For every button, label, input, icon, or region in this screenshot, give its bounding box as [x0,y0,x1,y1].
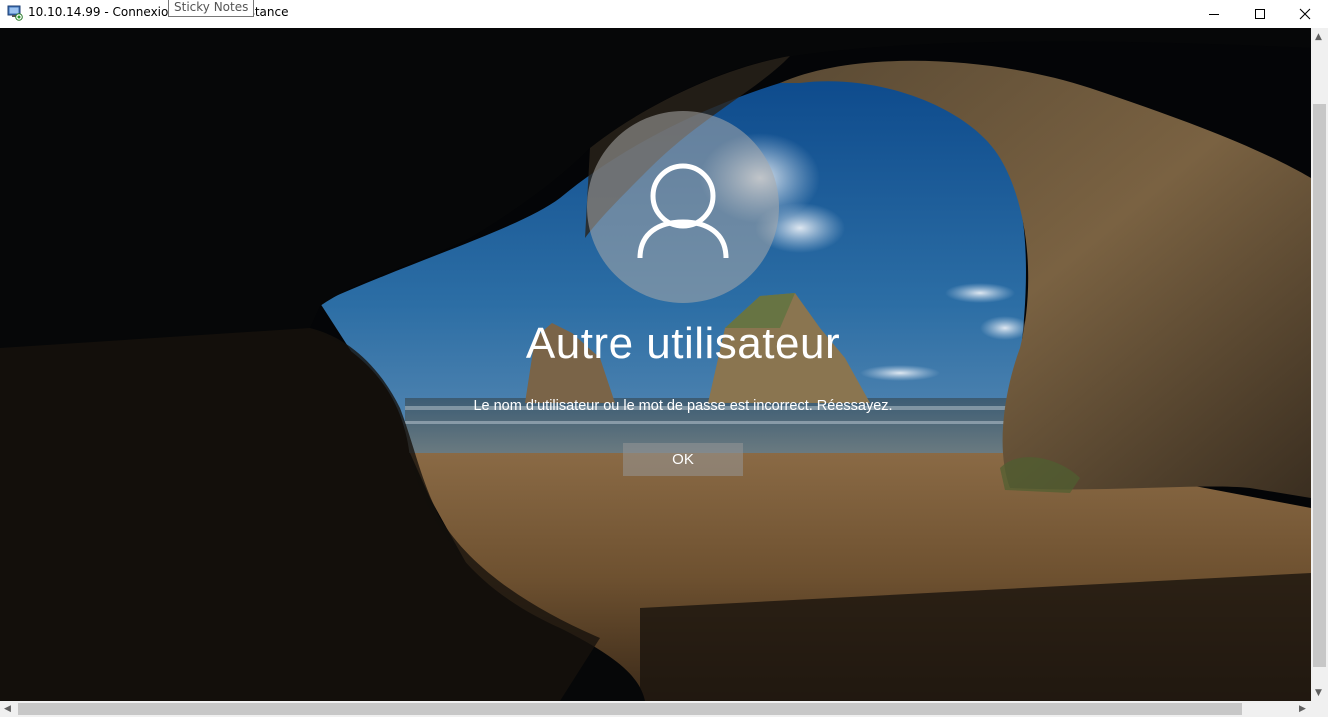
scroll-right-icon[interactable]: ▶ [1299,705,1306,714]
close-button[interactable] [1282,0,1328,28]
user-icon [637,163,729,259]
maximize-button[interactable] [1237,0,1283,28]
username-label: Autre utilisateur [525,319,841,368]
scroll-left-icon[interactable]: ◀ [4,705,11,714]
error-message: Le nom d’utilisateur ou le mot de passe … [473,398,893,414]
title-bar: 10.10.14.99 - Connexion Bureau à distanc… [0,0,1328,28]
vertical-scrollbar-thumb[interactable] [1313,104,1326,667]
minimize-button[interactable] [1191,0,1237,28]
maximize-icon [1255,9,1265,19]
sticky-notes-tooltip: Sticky Notes [168,0,255,17]
ok-button[interactable]: OK [623,443,743,476]
lockscreen-overlay: Autre utilisateur Le nom d’utilisateur o… [0,28,1311,701]
remote-desktop-icon[interactable] [7,5,23,21]
remote-session-viewport[interactable]: Autre utilisateur Le nom d’utilisateur o… [0,28,1311,701]
close-icon [1299,8,1311,20]
scrollbar-corner [1311,701,1328,717]
horizontal-scrollbar-thumb[interactable] [18,703,1242,715]
scroll-up-icon[interactable]: ▲ [1315,33,1322,42]
user-avatar [587,111,779,303]
minimize-icon [1209,14,1219,15]
scroll-down-icon[interactable]: ▼ [1315,689,1322,698]
